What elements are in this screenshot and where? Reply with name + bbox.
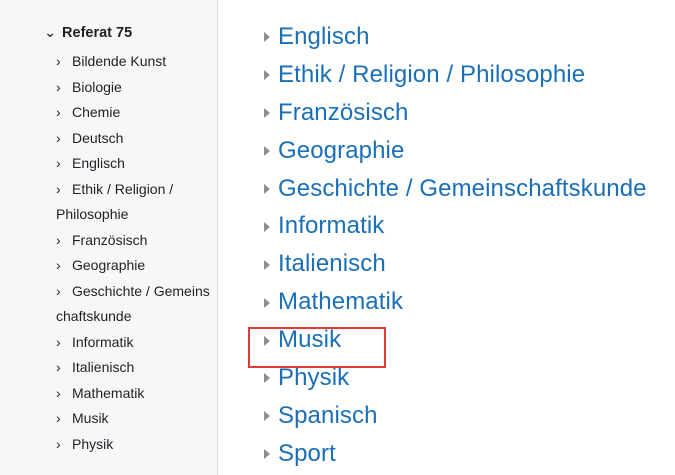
triangle-right-icon[interactable] bbox=[264, 335, 270, 346]
sidebar-item-label: Englisch bbox=[72, 155, 125, 171]
subject-link[interactable]: Ethik / Religion / Philosophie bbox=[278, 61, 585, 89]
triangle-right-icon[interactable] bbox=[264, 108, 270, 119]
chevron-right-icon: › bbox=[56, 384, 61, 401]
triangle-right-icon[interactable] bbox=[264, 70, 270, 81]
sidebar-item-label: Italienisch bbox=[72, 359, 135, 375]
sidebar-item-label: Musik bbox=[72, 410, 109, 426]
subject-item-musik: Musik bbox=[264, 321, 647, 359]
subject-link[interactable]: Italienisch bbox=[278, 250, 386, 278]
sidebar-section-heading[interactable]: ⌄ Referat 75 bbox=[44, 24, 132, 42]
sidebar-item-label: Physik bbox=[72, 435, 114, 452]
sidebar-item-label: Geographie bbox=[72, 257, 146, 273]
sidebar-heading-label: Referat 75 bbox=[62, 25, 133, 41]
chevron-right-icon: › bbox=[56, 104, 61, 120]
sidebar-item-label: Bildende Kunst bbox=[72, 53, 167, 69]
chevron-right-icon: › bbox=[56, 257, 61, 273]
sidebar-item-geographie[interactable]: › Geographie bbox=[56, 253, 216, 279]
chevron-right-icon: › bbox=[56, 180, 61, 197]
sidebar-list: › Bildende Kunst › Biologie › Chemie › Deuts… bbox=[56, 49, 216, 457]
subject-link[interactable]: Geographie bbox=[278, 137, 404, 165]
triangle-right-icon[interactable] bbox=[264, 184, 270, 194]
sidebar-item-physik[interactable]: › Physik bbox=[56, 432, 216, 458]
triangle-right-icon[interactable] bbox=[264, 373, 270, 384]
subject-link[interactable]: Informatik bbox=[278, 212, 384, 240]
sidebar-item-mathematik[interactable]: › Mathematik bbox=[56, 381, 216, 407]
sidebar-item-label: Chemie bbox=[72, 104, 121, 120]
subject-item-physik: Physik bbox=[264, 359, 647, 397]
sidebar-item-italienisch[interactable]: › Italienisch bbox=[56, 355, 216, 381]
chevron-right-icon: › bbox=[56, 231, 61, 248]
sidebar-item-label: Deutsch bbox=[72, 129, 124, 146]
chevron-right-icon: › bbox=[56, 333, 61, 350]
subject-item-englisch: Englisch bbox=[264, 18, 647, 56]
chevron-down-icon[interactable]: ⌄ bbox=[44, 24, 58, 42]
sidebar-item-biologie[interactable]: › Biologie bbox=[56, 75, 216, 101]
subject-link[interactable]: Französisch bbox=[278, 99, 408, 127]
triangle-right-icon[interactable] bbox=[264, 32, 270, 43]
subject-link-musik[interactable]: Musik bbox=[278, 326, 341, 354]
sidebar-item-informatik[interactable]: › Informatik bbox=[56, 330, 216, 356]
chevron-right-icon: › bbox=[56, 410, 61, 426]
subject-list: Englisch Ethik / Religion / Philosophie … bbox=[264, 18, 647, 473]
chevron-right-icon: › bbox=[56, 78, 61, 95]
chevron-right-icon: › bbox=[56, 359, 61, 375]
subject-link[interactable]: Sport bbox=[278, 440, 336, 468]
subject-link[interactable]: Englisch bbox=[278, 23, 370, 51]
sidebar-item-bildende-kunst[interactable]: › Bildende Kunst bbox=[56, 49, 216, 75]
subject-link[interactable]: Geschichte / Gemeinschaftskunde bbox=[278, 175, 647, 203]
sidebar-item-label: Französisch bbox=[72, 231, 148, 248]
sidebar-item-label: Ethik / Religion / Philosophie bbox=[56, 180, 174, 223]
triangle-right-icon[interactable] bbox=[264, 297, 270, 308]
sidebar-item-label: Biologie bbox=[72, 78, 122, 95]
subject-item-italienisch: Italienisch bbox=[264, 245, 647, 283]
sidebar-item-label: Geschichte / Gemeinschaftskunde bbox=[56, 282, 210, 325]
sidebar-item-englisch[interactable]: › Englisch bbox=[56, 151, 216, 177]
subject-link[interactable]: Spanisch bbox=[278, 402, 378, 430]
sidebar-item-chemie[interactable]: › Chemie bbox=[56, 100, 216, 126]
sidebar-item-label: Informatik bbox=[72, 333, 134, 350]
subject-item-geschichte: Geschichte / Gemeinschaftskunde bbox=[264, 170, 647, 208]
chevron-right-icon: › bbox=[56, 129, 61, 146]
triangle-right-icon[interactable] bbox=[264, 146, 270, 157]
subject-item-informatik: Informatik bbox=[264, 207, 647, 245]
chevron-right-icon: › bbox=[56, 282, 61, 299]
subject-item-spanisch: Spanisch bbox=[264, 397, 647, 435]
triangle-right-icon[interactable] bbox=[264, 259, 270, 270]
course-index-sidebar: ⌄ Referat 75 › Bildende Kunst › Biologie ›… bbox=[0, 0, 218, 475]
subject-item-mathematik: Mathematik bbox=[264, 283, 647, 321]
chevron-right-icon: › bbox=[56, 155, 61, 171]
chevron-right-icon: › bbox=[56, 53, 61, 69]
sidebar-item-geschichte[interactable]: › Geschichte / Gemeinschaftskunde bbox=[56, 279, 216, 330]
triangle-right-icon[interactable] bbox=[264, 221, 270, 232]
sidebar-item-ethik[interactable]: › Ethik / Religion / Philosophie bbox=[56, 177, 216, 228]
subject-link[interactable]: Physik bbox=[278, 364, 349, 392]
subject-item-sport: Sport bbox=[264, 435, 647, 473]
subject-link[interactable]: Mathematik bbox=[278, 288, 403, 316]
subject-item-geographie: Geographie bbox=[264, 132, 647, 170]
triangle-right-icon[interactable] bbox=[264, 411, 270, 422]
triangle-right-icon[interactable] bbox=[264, 449, 270, 460]
sidebar-item-musik[interactable]: › Musik bbox=[56, 406, 216, 432]
subject-item-ethik: Ethik / Religion / Philosophie bbox=[264, 56, 647, 94]
sidebar-item-franzoesisch[interactable]: › Französisch bbox=[56, 228, 216, 254]
sidebar-item-deutsch[interactable]: › Deutsch bbox=[56, 126, 216, 152]
subject-item-franzoesisch: Französisch bbox=[264, 94, 647, 132]
chevron-right-icon: › bbox=[56, 435, 61, 452]
sidebar-item-label: Mathematik bbox=[72, 384, 145, 401]
